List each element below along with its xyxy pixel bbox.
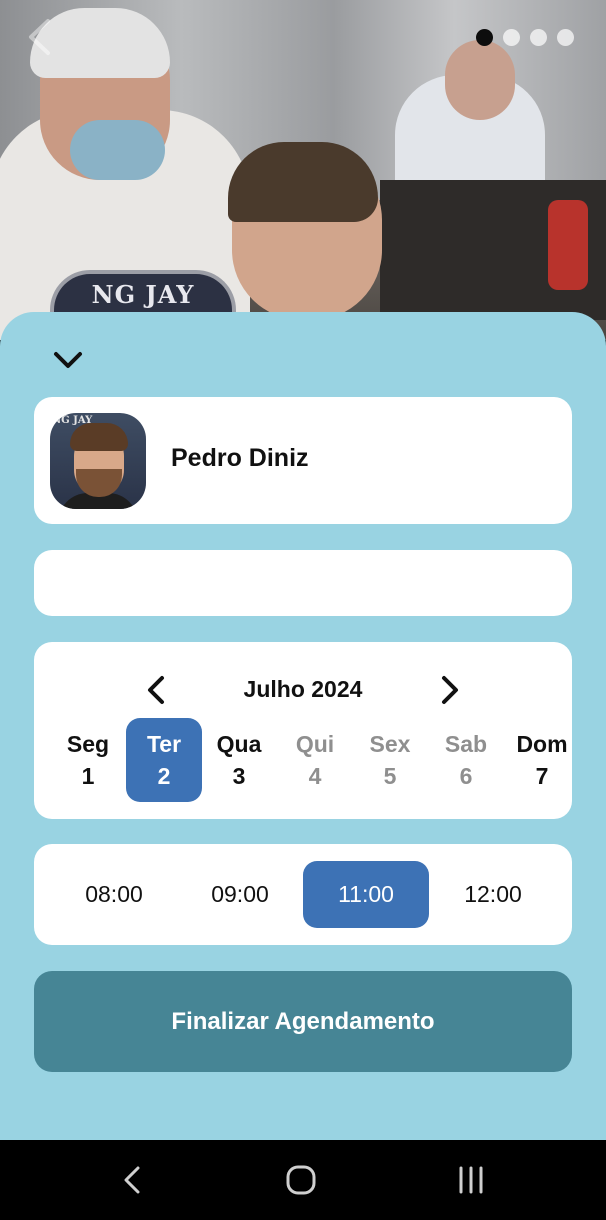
day-option[interactable]: Ter 2	[126, 718, 202, 802]
day-number: 5	[383, 763, 397, 789]
day-number: 4	[308, 763, 322, 789]
day-number: 2	[157, 763, 171, 789]
days-row: Seg 1 Ter 2 Qua 3 Qui 4 Sex 5 Sab 6 Dom 7	[50, 718, 572, 802]
day-weekday: Sex	[369, 731, 411, 757]
day-weekday: Seg	[66, 731, 110, 757]
carousel-dot[interactable]	[557, 29, 574, 46]
time-slot[interactable]: 08:00	[51, 861, 177, 928]
day-number: 7	[535, 763, 549, 789]
back-button[interactable]	[22, 16, 56, 58]
avatar: NG JAY	[50, 413, 146, 509]
day-weekday: Dom	[516, 731, 568, 757]
service-card[interactable]	[34, 550, 572, 616]
hero-figure-client-hair	[228, 142, 378, 222]
month-row: Julho 2024	[34, 670, 572, 710]
hero-face-mask	[70, 120, 165, 180]
barber-card[interactable]: NG JAY Pedro Diniz	[34, 397, 572, 524]
day-option[interactable]: Dom 7	[504, 718, 572, 802]
finish-booking-button[interactable]: Finalizar Agendamento	[34, 971, 572, 1072]
day-option[interactable]: Qua 3	[201, 718, 277, 802]
avatar-hair	[70, 423, 128, 451]
hero-figure-barber-right-head	[445, 40, 515, 120]
time-slot[interactable]: 11:00	[303, 861, 429, 928]
day-option[interactable]: Sex 5	[352, 718, 428, 802]
next-month-button[interactable]	[434, 672, 466, 708]
barber-name: Pedro Diniz	[171, 444, 309, 472]
day-number: 3	[232, 763, 246, 789]
carousel-indicator	[476, 29, 574, 46]
time-slot[interactable]: 09:00	[177, 861, 303, 928]
chevron-left-icon	[29, 19, 50, 55]
carousel-dot[interactable]	[530, 29, 547, 46]
nav-recents-button[interactable]	[451, 1160, 491, 1200]
collapse-sheet-button[interactable]	[48, 344, 88, 376]
carousel-dot[interactable]	[476, 29, 493, 46]
hero-image: NG JAY	[0, 0, 606, 340]
nav-home-button[interactable]	[281, 1160, 321, 1200]
day-option[interactable]: Qui 4	[277, 718, 353, 802]
day-weekday: Sab	[444, 731, 488, 757]
home-icon	[286, 1165, 316, 1195]
recents-icon	[459, 1166, 483, 1194]
day-weekday: Qui	[295, 731, 335, 757]
day-option[interactable]: Seg 1	[50, 718, 126, 802]
day-number: 6	[459, 763, 473, 789]
hero-product	[548, 200, 588, 290]
day-option[interactable]: Sab 6	[428, 718, 504, 802]
carousel-dot[interactable]	[503, 29, 520, 46]
day-number: 1	[81, 763, 95, 789]
day-weekday: Ter	[146, 731, 182, 757]
chevron-down-icon	[54, 352, 82, 368]
back-icon	[124, 1166, 140, 1194]
day-weekday: Qua	[216, 731, 262, 757]
system-nav-bar	[0, 1140, 606, 1220]
nav-back-button[interactable]	[112, 1160, 152, 1200]
date-picker: Julho 2024 Seg 1 Ter 2 Qua 3 Qui 4 Sex 5 Sab 6 Dom 7	[34, 642, 572, 819]
month-label: Julho 2024	[243, 676, 363, 702]
booking-sheet: NG JAY Pedro Diniz Julho 2024 Seg 1 Ter 2 Qu…	[0, 312, 606, 1140]
chevron-right-icon	[442, 676, 458, 704]
time-slot[interactable]: 12:00	[430, 861, 556, 928]
avatar-poster-text: NG JAY	[52, 415, 93, 426]
time-picker: 08:00 09:00 11:00 12:00	[34, 844, 572, 945]
